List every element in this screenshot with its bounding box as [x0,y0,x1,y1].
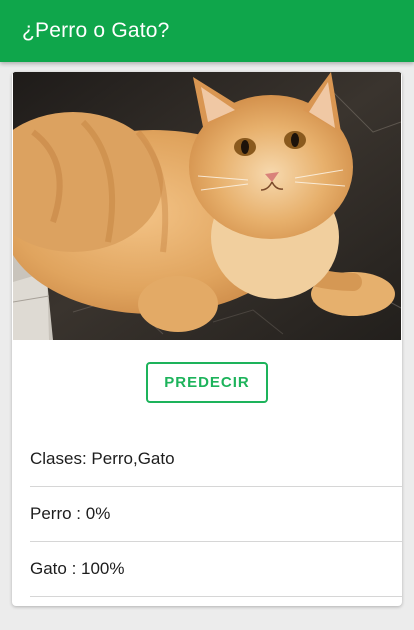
predict-button[interactable]: PREDECIR [146,362,268,403]
dog-probability-row: Perro : 0% [30,487,402,542]
app-title: ¿Perro o Gato? [22,19,170,42]
app-bar: ¿Perro o Gato? [0,0,414,62]
classes-row: Clases: Perro,Gato [30,432,402,487]
cat-probability-row: Gato : 100% [30,542,402,597]
cat-photo [13,72,401,340]
prediction-card: PREDECIR Clases: Perro,Gato Perro : 0% G… [12,72,402,606]
